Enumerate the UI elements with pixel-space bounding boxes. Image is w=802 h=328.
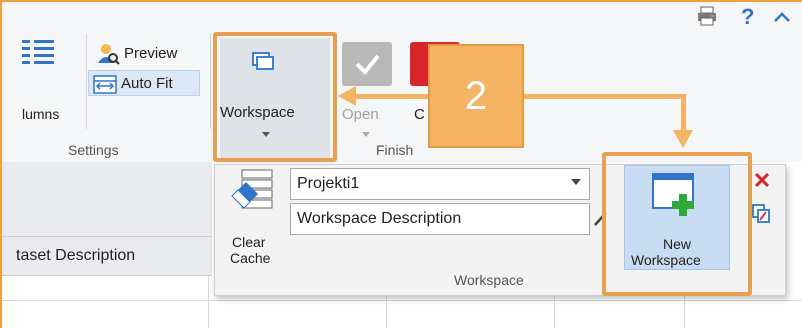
grid-row-line xyxy=(2,300,802,301)
collapse-icon[interactable] xyxy=(772,8,792,28)
clear-cache-label-line1: Clear xyxy=(232,234,266,250)
annotation-arrow-left xyxy=(354,94,430,99)
help-icon[interactable]: ? xyxy=(738,4,756,31)
grid-col-line xyxy=(208,276,209,328)
annotation-arrow-down xyxy=(681,94,686,132)
column-header-label: taset Description xyxy=(16,247,136,264)
svg-text:?: ? xyxy=(741,5,754,27)
workspace-description-field[interactable]: Workspace Description xyxy=(290,203,590,235)
auto-fit-button[interactable]: Auto Fit xyxy=(88,70,200,96)
delete-icon[interactable] xyxy=(754,172,770,193)
clear-cache-label-line2: Cache xyxy=(230,250,271,266)
close-button-label: C xyxy=(414,106,425,123)
annotation-arrowhead-down xyxy=(673,130,693,148)
step-number: 2 xyxy=(464,73,488,118)
copy-icon[interactable] xyxy=(752,204,770,229)
eraser-icon xyxy=(228,168,278,217)
checkmark-icon xyxy=(342,42,392,86)
step-number-badge: 2 xyxy=(428,44,524,148)
grid-header-band xyxy=(2,162,212,236)
annotation-arrow-right xyxy=(522,94,686,99)
columns-button-label[interactable]: lumns xyxy=(22,106,59,122)
chevron-down-icon xyxy=(571,179,581,185)
chevron-down-icon xyxy=(362,132,370,137)
settings-group-label: Settings xyxy=(68,142,119,158)
new-workspace-highlight-box xyxy=(602,152,752,296)
auto-fit-icon xyxy=(93,73,117,94)
column-header-dataset-description[interactable]: taset Description xyxy=(2,236,212,276)
workspace-description-value: Workspace Description xyxy=(297,210,462,227)
preview-label: Preview xyxy=(124,44,178,62)
columns-icon xyxy=(22,38,82,68)
workspace-highlight-box xyxy=(213,32,337,162)
annotation-arrowhead-left xyxy=(338,86,356,106)
printer-icon[interactable] xyxy=(696,6,718,30)
ribbon-separator xyxy=(86,34,87,129)
auto-fit-label: Auto Fit xyxy=(121,74,173,92)
ribbon-separator xyxy=(210,34,211,129)
project-select-value: Projekti1 xyxy=(297,175,360,192)
clear-cache-button[interactable]: Clear Cache xyxy=(224,168,284,278)
project-select[interactable]: Projekti1 xyxy=(290,168,590,200)
finish-group-label: Finish xyxy=(376,142,414,158)
preview-button[interactable]: Preview xyxy=(92,40,181,66)
workspace-group-label: Workspace xyxy=(454,272,524,288)
preview-person-icon xyxy=(96,43,120,65)
open-button-label: Open xyxy=(342,106,379,123)
